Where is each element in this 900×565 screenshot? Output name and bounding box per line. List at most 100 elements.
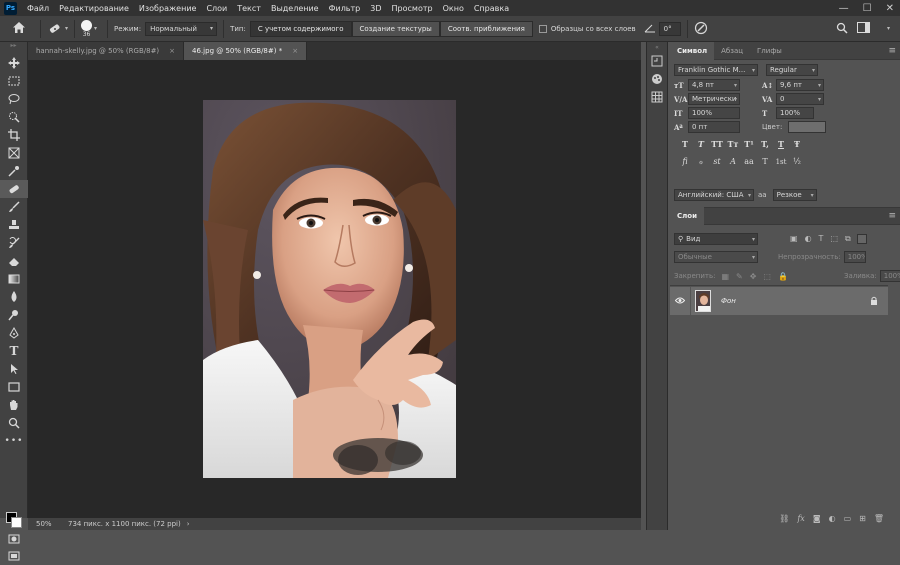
- menu-3d[interactable]: 3D: [365, 4, 386, 13]
- angle-input[interactable]: 0°: [658, 21, 681, 36]
- workspace-chevron-icon[interactable]: ▾: [887, 25, 890, 32]
- layer-name[interactable]: Фон: [721, 297, 736, 305]
- quick-mask-icon[interactable]: [0, 530, 28, 548]
- brush-tool-icon[interactable]: [0, 198, 28, 216]
- search-icon[interactable]: [836, 22, 848, 36]
- proximity-match-button[interactable]: Соотв. приближения: [439, 20, 533, 37]
- tracking-input[interactable]: 0 ▾: [776, 93, 824, 105]
- zoom-tool-icon[interactable]: [0, 414, 28, 432]
- layer-filter-select[interactable]: ⚲ Вид ▾: [674, 233, 758, 245]
- menu-select[interactable]: Выделение: [266, 4, 324, 13]
- delete-layer-icon[interactable]: 🗑: [874, 514, 884, 528]
- eye-icon[interactable]: [670, 297, 690, 306]
- screen-mode-icon[interactable]: [0, 547, 28, 565]
- quick-selection-tool-icon[interactable]: [0, 108, 28, 126]
- ligatures-button[interactable]: fi: [678, 157, 692, 166]
- discretionary-ligatures-button[interactable]: st: [710, 157, 724, 166]
- pen-tool-icon[interactable]: [0, 324, 28, 342]
- tab-46[interactable]: 46.jpg @ 50% (RGB/8#) * ×: [184, 42, 308, 60]
- baseline-shift-input[interactable]: 0 пт: [688, 121, 740, 133]
- lasso-tool-icon[interactable]: [0, 90, 28, 108]
- lock-all-icon[interactable]: 🔒: [778, 272, 788, 281]
- menu-type[interactable]: Текст: [232, 4, 266, 13]
- history-brush-tool-icon[interactable]: [0, 234, 28, 252]
- link-layers-icon[interactable]: ⛓: [779, 514, 789, 528]
- tab-hannah-skelly[interactable]: hannah-skelly.jpg @ 50% (RGB/8#) ×: [28, 42, 185, 60]
- swatches-panel-icon[interactable]: [647, 88, 667, 106]
- hand-tool-icon[interactable]: [0, 396, 28, 414]
- adjustment-layer-icon[interactable]: ◐: [829, 514, 836, 528]
- color-panel-icon[interactable]: [647, 70, 667, 88]
- underline-button[interactable]: T: [774, 139, 788, 149]
- document-canvas[interactable]: [28, 60, 641, 518]
- marquee-tool-icon[interactable]: [0, 72, 28, 90]
- subscript-button[interactable]: T,: [758, 139, 772, 149]
- menu-window[interactable]: Окно: [438, 4, 469, 13]
- language-select[interactable]: Английский: США ▾: [674, 189, 754, 201]
- antialias-select[interactable]: Резкое ▾: [772, 189, 817, 201]
- font-size-input[interactable]: 4,8 пт ▾: [688, 79, 740, 91]
- font-family-select[interactable]: Franklin Gothic M... ▾: [674, 64, 758, 76]
- horizontal-scale-input[interactable]: 100%: [776, 107, 814, 119]
- chevron-right-icon[interactable]: ›: [187, 520, 190, 528]
- superscript-button[interactable]: T¹: [742, 139, 756, 149]
- strikethrough-button[interactable]: Ŧ: [790, 139, 804, 149]
- menu-view[interactable]: Просмотр: [387, 4, 438, 13]
- panel-menu-icon[interactable]: ≡: [888, 211, 896, 221]
- faux-italic-button[interactable]: T: [694, 139, 708, 149]
- menu-filter[interactable]: Фильтр: [324, 4, 366, 13]
- new-group-icon[interactable]: ▭: [844, 514, 852, 528]
- lock-pixels-icon[interactable]: ✎: [736, 272, 743, 281]
- titling-alternates-button[interactable]: T: [758, 157, 772, 166]
- panel-menu-icon[interactable]: ≡: [888, 46, 896, 56]
- alternates-button[interactable]: ℴ: [694, 157, 708, 166]
- blend-mode-select[interactable]: Обычные ▾: [674, 251, 758, 263]
- faux-bold-button[interactable]: T: [678, 139, 692, 149]
- mode-select[interactable]: Нормальный ▾: [145, 21, 218, 36]
- tab-character[interactable]: Символ: [670, 41, 715, 60]
- crop-tool-icon[interactable]: [0, 126, 28, 144]
- lock-position-icon[interactable]: ✥: [750, 272, 757, 281]
- close-icon[interactable]: ×: [292, 47, 298, 55]
- create-texture-button[interactable]: Создание текстуры: [351, 20, 440, 37]
- maximize-button[interactable]: ☐: [863, 3, 872, 14]
- filter-toggle[interactable]: [856, 234, 867, 244]
- leading-input[interactable]: 9,6 пт ▾: [776, 79, 824, 91]
- swash-button[interactable]: A: [726, 157, 740, 166]
- clone-stamp-tool-icon[interactable]: [0, 216, 28, 234]
- frame-tool-icon[interactable]: [0, 144, 28, 162]
- pixel-filter-icon[interactable]: ▣: [790, 234, 798, 244]
- fill-input[interactable]: 100%: [879, 270, 900, 282]
- layer-row-background[interactable]: Фон: [670, 287, 888, 315]
- menu-file[interactable]: Файл: [22, 4, 54, 13]
- vertical-scale-input[interactable]: 100%: [688, 107, 740, 119]
- adjustment-filter-icon[interactable]: ◐: [805, 234, 812, 244]
- text-color-swatch[interactable]: [788, 121, 827, 133]
- path-selection-tool-icon[interactable]: [0, 360, 28, 378]
- sample-all-layers-checkbox[interactable]: [538, 24, 547, 33]
- content-aware-button[interactable]: С учетом содержимого: [249, 20, 352, 37]
- type-filter-icon[interactable]: T: [819, 234, 824, 244]
- chevron-down-icon[interactable]: ▾: [94, 25, 97, 32]
- layer-style-icon[interactable]: fx: [797, 514, 804, 528]
- home-icon[interactable]: [12, 21, 26, 37]
- fractions-button[interactable]: ½: [790, 157, 804, 166]
- shape-filter-icon[interactable]: ⬚: [830, 234, 838, 244]
- spot-healing-brush-tool-icon[interactable]: ▾: [47, 22, 68, 36]
- menu-edit[interactable]: Редактирование: [54, 4, 134, 13]
- blur-tool-icon[interactable]: [0, 288, 28, 306]
- more-tools-icon[interactable]: •••: [0, 432, 28, 450]
- smart-object-filter-icon[interactable]: ⧉: [845, 234, 851, 244]
- background-color-swatch[interactable]: [11, 517, 22, 528]
- collapse-icon[interactable]: «: [647, 42, 667, 52]
- close-window-button[interactable]: ✕: [886, 3, 894, 14]
- menu-layer[interactable]: Слои: [201, 4, 232, 13]
- zoom-level[interactable]: 50%: [28, 520, 56, 528]
- pressure-icon[interactable]: [694, 21, 708, 37]
- history-panel-icon[interactable]: [647, 52, 667, 70]
- gradient-tool-icon[interactable]: [0, 270, 28, 288]
- eraser-tool-icon[interactable]: [0, 252, 28, 270]
- lock-artboard-icon[interactable]: ⬚: [763, 272, 771, 281]
- close-icon[interactable]: ×: [169, 47, 175, 55]
- eyedropper-tool-icon[interactable]: [0, 162, 28, 180]
